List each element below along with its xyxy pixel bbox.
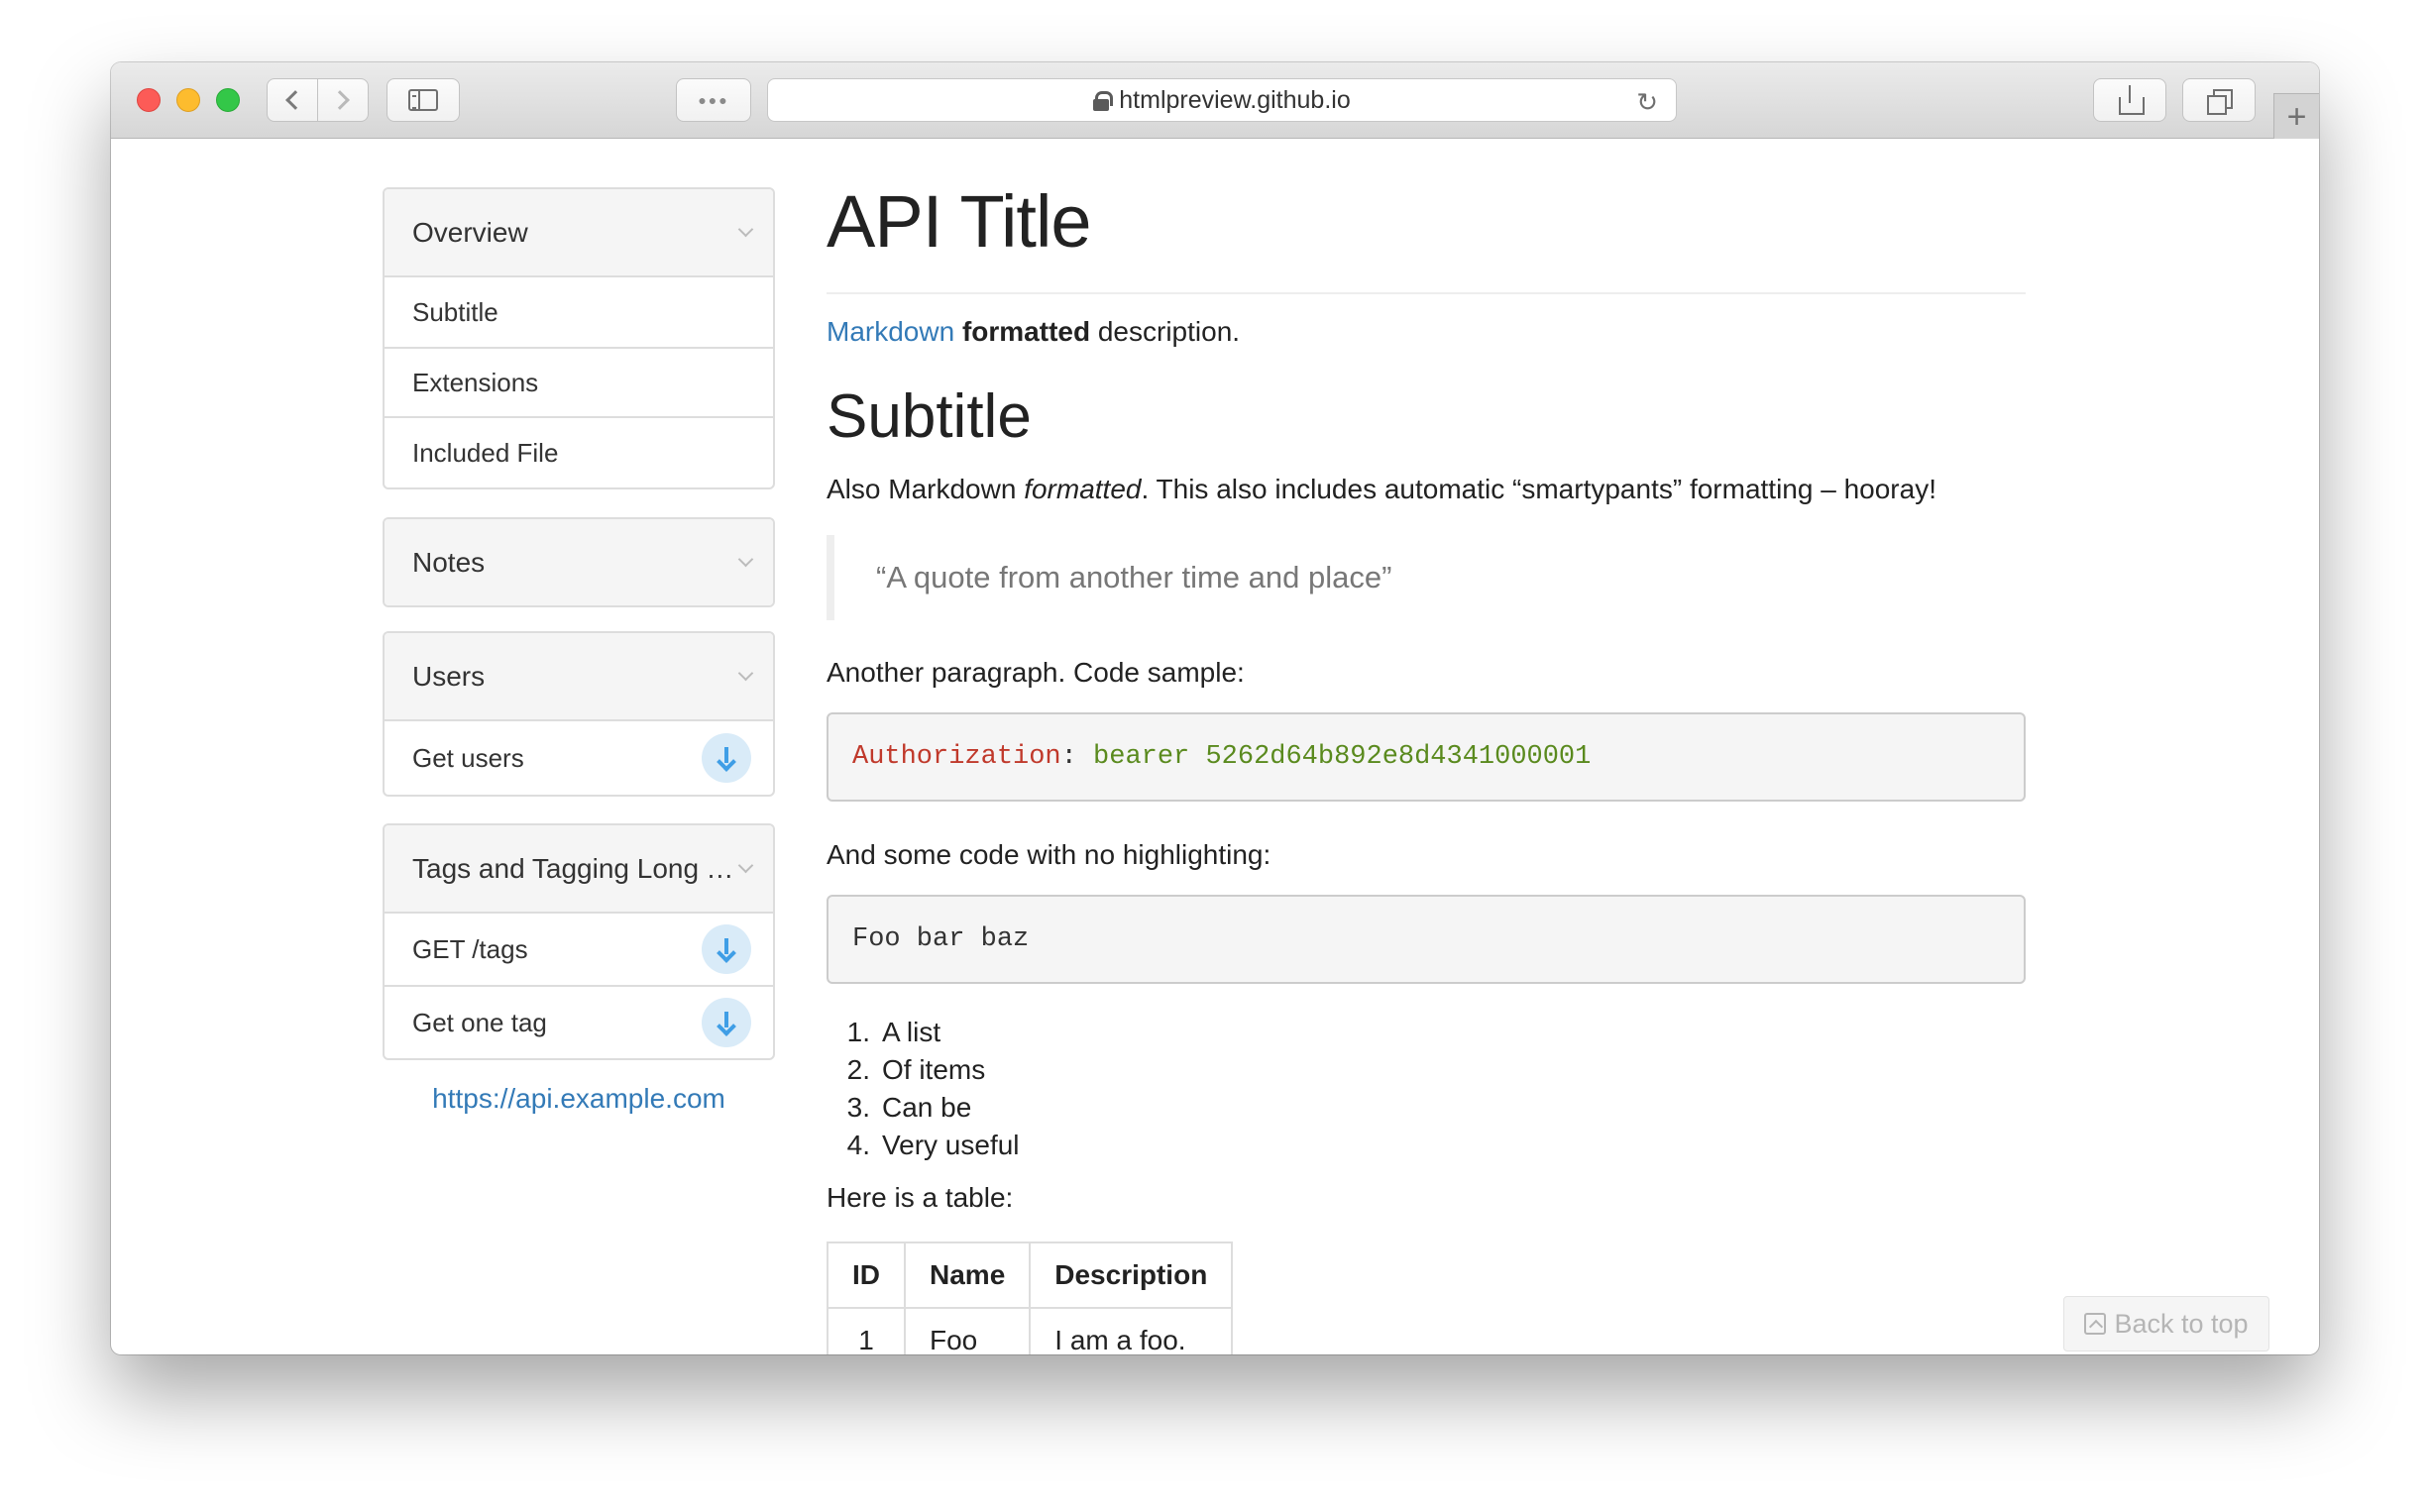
table-cell: I am a foo.: [1029, 1307, 1234, 1354]
para1-emphasis: formatted: [1024, 474, 1142, 504]
close-window-button[interactable]: [137, 88, 161, 112]
table-header-id: ID: [827, 1242, 906, 1309]
list-item: 3. Can be: [846, 1092, 972, 1123]
panel-header-users[interactable]: Users: [385, 633, 773, 719]
maximize-window-button[interactable]: [216, 88, 240, 112]
code-block-highlighted: Authorization: bearer 5262d64b892e8d4341…: [827, 712, 2026, 802]
download-button[interactable]: [702, 998, 751, 1047]
share-button[interactable]: [2093, 78, 2166, 122]
nav-item-included-file[interactable]: Included File: [385, 416, 773, 487]
code-colon: :: [1060, 742, 1094, 772]
code-key: Authorization: [852, 742, 1061, 772]
title-divider: [827, 292, 2026, 294]
nav-item-label: Get users: [412, 742, 524, 773]
arrow-up-icon: [2084, 1313, 2107, 1335]
section-subtitle: Subtitle: [827, 382, 1032, 451]
nav-item-label: Get one tag: [412, 1007, 547, 1037]
nav-panel-overview: Overview Subtitle Extensions Included Fi…: [383, 187, 775, 489]
nav-item-subtitle[interactable]: Subtitle: [385, 275, 773, 347]
new-tab-button[interactable]: +: [2273, 93, 2319, 139]
blockquote: “A quote from another time and place”: [827, 535, 2026, 620]
panel-header-notes[interactable]: Notes: [385, 519, 773, 605]
url-text: htmlpreview.github.io: [1119, 85, 1351, 114]
data-table: ID Name Description 1 Foo I am a foo.: [827, 1242, 1234, 1354]
share-icon: [2119, 85, 2145, 115]
nav-item-label: Subtitle: [412, 296, 498, 327]
extensions-button[interactable]: ●●●: [676, 78, 751, 122]
table-cell: 1: [827, 1307, 906, 1354]
paragraph-code-sample: Another paragraph. Code sample:: [827, 657, 1245, 688]
sidebar-icon: [408, 89, 438, 111]
list-item-text: A list: [882, 1017, 941, 1047]
nav-item-label: Included File: [412, 437, 559, 468]
list-item-text: Can be: [882, 1092, 972, 1123]
nav-item-label: GET /tags: [412, 933, 528, 964]
table-header-description: Description: [1029, 1242, 1234, 1309]
markdown-link[interactable]: Markdown: [827, 316, 954, 347]
arrow-down-icon: [718, 747, 735, 769]
para1-text-b: . This also includes automatic “smartypa…: [1141, 474, 1936, 504]
chevron-down-icon: [737, 665, 754, 682]
table-cell: Foo: [903, 1307, 1032, 1354]
panel-header-tags[interactable]: Tags and Tagging Long Title: [385, 825, 773, 912]
chevron-left-icon: [285, 90, 305, 110]
nav-panel-tags: Tags and Tagging Long Title GET /tags Ge…: [383, 823, 775, 1060]
list-item-text: Of items: [882, 1054, 986, 1085]
panel-title: Users: [412, 660, 486, 692]
tabs-icon: [2207, 89, 2233, 115]
nav-item-get-tags[interactable]: GET /tags: [385, 912, 773, 985]
more-dots-icon: ●●●: [698, 92, 729, 108]
address-bar[interactable]: htmlpreview.github.io ↻: [767, 78, 1677, 122]
nav-item-extensions[interactable]: Extensions: [385, 347, 773, 416]
ordered-list: 1. A list 2. Of items 3. Can be 4. Very usef…: [827, 1014, 1020, 1164]
paragraph-no-highlight: And some code with no highlighting:: [827, 839, 1271, 870]
show-sidebar-button[interactable]: [387, 78, 460, 122]
show-tabs-button[interactable]: [2182, 78, 2256, 122]
api-host-link[interactable]: https://api.example.com: [383, 1083, 775, 1115]
panel-header-overview[interactable]: Overview: [385, 189, 773, 275]
reload-icon[interactable]: ↻: [1636, 89, 1658, 115]
browser-toolbar: ●●● htmlpreview.github.io ↻ +: [111, 62, 2319, 139]
lock-icon: [1093, 91, 1114, 111]
back-to-top-label: Back to top: [2114, 1308, 2249, 1339]
code-value: bearer 5262d64b892e8d4341000001: [1093, 742, 1592, 772]
back-button[interactable]: [267, 78, 318, 122]
panel-title: Overview: [412, 216, 528, 248]
chevron-down-icon: [737, 221, 754, 238]
description-rest: description.: [1090, 316, 1241, 347]
arrow-down-icon: [718, 938, 735, 960]
chevron-right-icon: [330, 90, 350, 110]
nav-panel-users: Users Get users: [383, 631, 775, 797]
minimize-window-button[interactable]: [176, 88, 200, 112]
list-item: 1. A list: [846, 1017, 941, 1047]
description-paragraph: Markdown formatted description.: [827, 316, 1240, 348]
list-item: 2. Of items: [846, 1054, 986, 1085]
forward-button[interactable]: [317, 78, 369, 122]
code-block-plain: Foo bar baz: [827, 895, 2026, 984]
table-header-row: ID Name Description: [827, 1242, 1234, 1309]
quote-text: “A quote from another time and place”: [876, 560, 1392, 594]
panel-title: Notes: [412, 546, 486, 578]
nav-item-get-one-tag[interactable]: Get one tag: [385, 985, 773, 1058]
download-button[interactable]: [702, 733, 751, 783]
arrow-down-icon: [718, 1012, 735, 1033]
panel-title: Tags and Tagging Long Title: [412, 852, 739, 884]
list-item: 4. Very useful: [846, 1130, 1020, 1160]
nav-item-get-users[interactable]: Get users: [385, 719, 773, 795]
chevron-down-icon: [737, 551, 754, 568]
paragraph-table-intro: Here is a table:: [827, 1182, 1014, 1213]
browser-window: ●●● htmlpreview.github.io ↻ + Overview S…: [111, 62, 2319, 1354]
download-button[interactable]: [702, 924, 751, 974]
chevron-down-icon: [737, 857, 754, 874]
description-bold: formatted: [961, 316, 1091, 347]
table-header-name: Name: [903, 1242, 1032, 1309]
para1-text-a: Also Markdown: [827, 474, 1025, 504]
list-item-text: Very useful: [882, 1130, 1020, 1160]
paragraph-smartypants: Also Markdown formatted. This also inclu…: [827, 474, 1936, 505]
table-row: 1 Foo I am a foo.: [827, 1307, 1234, 1354]
nav-item-label: Extensions: [412, 367, 539, 397]
page-title: API Title: [827, 180, 1092, 263]
nav-panel-notes: Notes: [383, 517, 775, 607]
back-to-top-button[interactable]: Back to top: [2063, 1296, 2269, 1351]
